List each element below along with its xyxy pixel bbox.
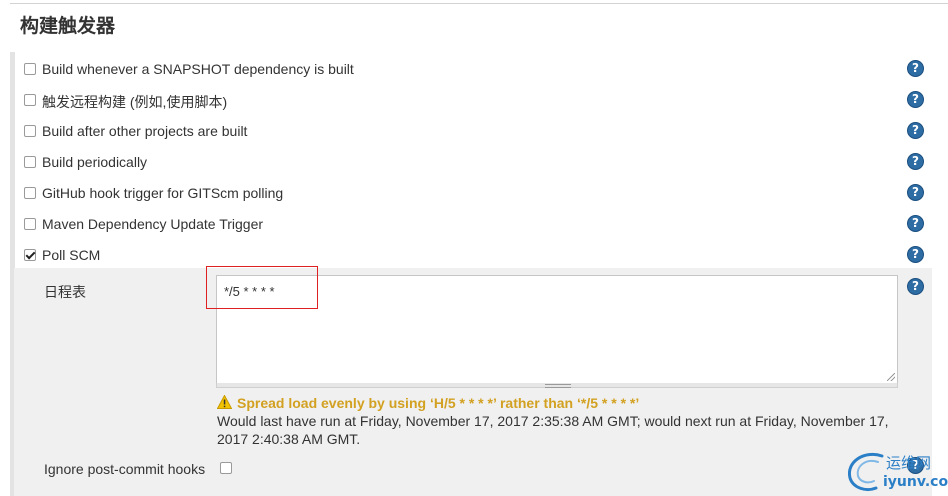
github-hook-checkbox[interactable]: [24, 187, 36, 199]
github-hook-label: GitHub hook trigger for GITScm polling: [42, 185, 284, 201]
help-icon[interactable]: ?: [907, 122, 924, 139]
after-other-projects-checkbox[interactable]: [24, 125, 36, 137]
maven-dependency-label: Maven Dependency Update Trigger: [42, 216, 264, 232]
spread-load-warning: Spread load evenly by using ‘H/5 * * * *…: [237, 395, 640, 411]
trigger-row-github-hook: GitHub hook trigger for GITScm polling ?: [20, 182, 930, 206]
trigger-row-remote-build: 触发远程构建 (例如,使用脚本) ?: [20, 89, 930, 113]
warning-icon: [217, 395, 232, 409]
help-icon[interactable]: ?: [907, 215, 924, 232]
trigger-row-build-periodically: Build periodically ?: [20, 151, 930, 175]
snapshot-dependency-checkbox[interactable]: [24, 63, 36, 75]
schedule-label: 日程表: [44, 284, 86, 300]
help-icon[interactable]: ?: [907, 278, 924, 295]
remote-build-label: 触发远程构建 (例如,使用脚本): [42, 94, 228, 110]
section-title: 构建触发器: [20, 15, 116, 37]
help-icon[interactable]: ?: [907, 246, 924, 263]
highlight-annotation-box: [206, 266, 318, 309]
ignore-post-commit-checkbox[interactable]: [220, 462, 232, 474]
trigger-row-after-other-projects: Build after other projects are built ?: [20, 120, 930, 144]
after-other-projects-label: Build after other projects are built: [42, 123, 248, 139]
help-icon[interactable]: ?: [907, 153, 924, 170]
help-icon[interactable]: ?: [907, 184, 924, 201]
watermark-url: iyunv.com: [883, 474, 948, 490]
remote-build-checkbox[interactable]: [24, 94, 36, 106]
run-schedule-info: Would last have run at Friday, November …: [217, 413, 889, 447]
help-icon[interactable]: ?: [907, 91, 924, 108]
ignore-post-commit-label: Ignore post-commit hooks: [44, 461, 206, 477]
watermark-text: 运维网: [886, 454, 932, 472]
poll-scm-checkbox[interactable]: [24, 249, 36, 261]
trigger-row-snapshot-dependency: Build whenever a SNAPSHOT dependency is …: [20, 58, 930, 82]
help-icon[interactable]: ?: [907, 60, 924, 77]
top-divider: [10, 3, 948, 4]
snapshot-dependency-label: Build whenever a SNAPSHOT dependency is …: [42, 61, 354, 77]
build-periodically-label: Build periodically: [42, 154, 148, 170]
textarea-drag-handle[interactable]: [216, 383, 898, 388]
schedule-textarea[interactable]: */5 * * * *: [216, 275, 898, 384]
poll-scm-label: Poll SCM: [42, 247, 101, 263]
resize-grip-icon[interactable]: [887, 373, 895, 381]
trigger-row-maven-dependency: Maven Dependency Update Trigger ?: [20, 213, 930, 237]
build-periodically-checkbox[interactable]: [24, 156, 36, 168]
maven-dependency-checkbox[interactable]: [24, 218, 36, 230]
trigger-row-poll-scm: Poll SCM ?: [20, 244, 930, 268]
